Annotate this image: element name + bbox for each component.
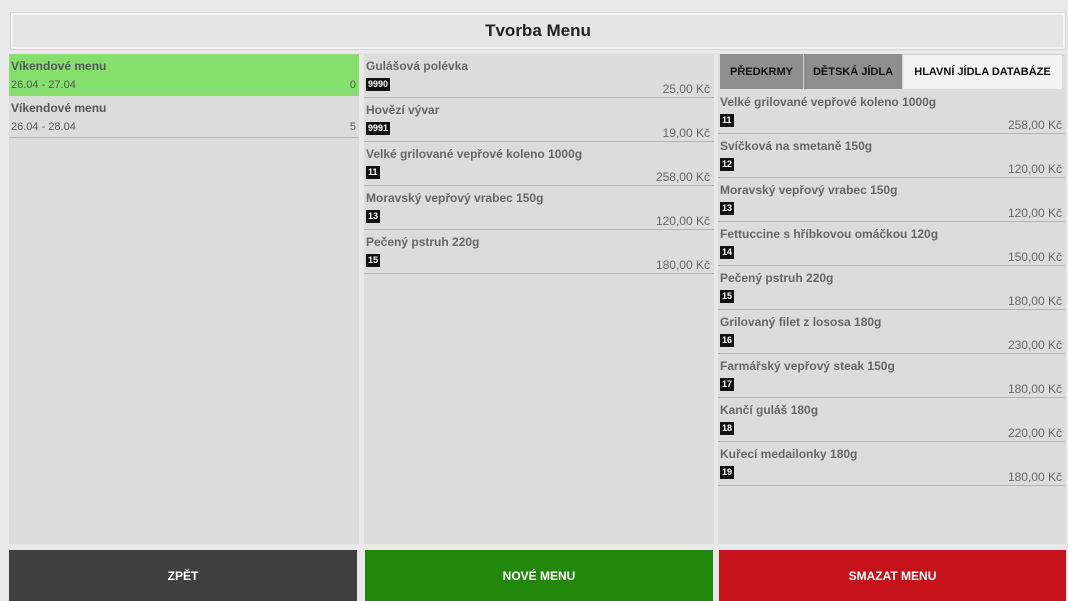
item-name: Pečený pstruh 220g (366, 235, 480, 249)
item-name: Pečený pstruh 220g (720, 271, 834, 285)
item-code-badge: 9991 (366, 122, 391, 135)
database-item-list: Velké grilované vepřové koleno 1000g 11 … (718, 90, 1066, 486)
item-price: 230,00 Kč (1007, 338, 1062, 352)
item-name: Farmářský vepřový steak 150g (720, 359, 895, 373)
database-item-row[interactable]: Moravský vepřový vrabec 150g 13 120,00 K… (718, 178, 1066, 222)
database-item-row[interactable]: Velké grilované vepřové koleno 1000g 11 … (718, 90, 1066, 134)
item-code-badge: 13 (720, 202, 735, 215)
item-name: Gulášová polévka (366, 59, 469, 73)
item-price: 180,00 Kč (1007, 294, 1062, 308)
menu-row[interactable]: Víkendové menu 26.04 - 28.04 5 (9, 96, 359, 138)
item-price: 25,00 Kč (662, 82, 710, 96)
menu-items-panel: Gulášová polévka 9990 25,00 Kč Hovězí vý… (364, 54, 714, 544)
tab-label: HLAVNÍ JÍDLA DATABÁZE (914, 66, 1051, 78)
back-button[interactable]: ZPĚT (9, 550, 357, 601)
tab-label: PŘEDKRMY (730, 65, 793, 78)
item-code-badge: 18 (720, 422, 735, 435)
item-price: 258,00 Kč (1007, 118, 1062, 132)
item-price: 150,00 Kč (1007, 250, 1062, 264)
database-item-row[interactable]: Kančí guláš 180g 18 220,00 Kč (718, 398, 1066, 442)
database-panel: PŘEDKRMY DĚTSKÁ JÍDLA HLAVNÍ JÍDLA DATAB… (718, 54, 1066, 544)
page-title: Tvorba Menu (485, 21, 591, 40)
database-item-row[interactable]: Farmářský vepřový steak 150g 17 180,00 K… (718, 354, 1066, 398)
menu-item-row[interactable]: Gulášová polévka 9990 25,00 Kč (364, 54, 714, 98)
item-price: 258,00 Kč (655, 170, 710, 184)
item-code-badge: 12 (720, 158, 735, 171)
new-menu-button[interactable]: NOVÉ MENU (365, 550, 713, 601)
item-name: Kančí guláš 180g (720, 403, 819, 417)
category-tabs: PŘEDKRMY DĚTSKÁ JÍDLA HLAVNÍ JÍDLA DATAB… (718, 54, 1066, 90)
item-price: 120,00 Kč (655, 214, 710, 228)
item-price: 180,00 Kč (1007, 382, 1062, 396)
item-price: 220,00 Kč (1007, 426, 1062, 440)
menu-name: Víkendové menu (11, 101, 107, 115)
new-menu-button-label: NOVÉ MENU (502, 568, 576, 583)
menu-dates: 26.04 - 27.04 (11, 79, 76, 91)
database-item-row[interactable]: Grilovaný filet z lososa 180g 16 230,00 … (718, 310, 1066, 354)
item-name: Grilovaný filet z lososa 180g (720, 315, 882, 329)
menu-item-row[interactable]: Velké grilované vepřové koleno 1000g 11 … (364, 142, 714, 186)
menu-item-row[interactable]: Hovězí vývar 9991 19,00 Kč (364, 98, 714, 142)
item-price: 120,00 Kč (1007, 206, 1062, 220)
item-name: Velké grilované vepřové koleno 1000g (720, 95, 937, 109)
delete-menu-button[interactable]: SMAZAT MENU (719, 550, 1066, 601)
item-code-badge: 17 (720, 378, 735, 391)
item-code-badge: 14 (720, 246, 735, 259)
item-code-badge: 11 (720, 114, 734, 127)
delete-menu-button-label: SMAZAT MENU (848, 568, 937, 583)
database-item-row[interactable]: Kuřecí medailonky 180g 19 180,00 Kč (718, 442, 1066, 486)
item-name: Velké grilované vepřové koleno 1000g (366, 147, 583, 161)
item-name: Hovězí vývar (366, 103, 440, 117)
item-price: 180,00 Kč (655, 258, 710, 272)
back-button-label: ZPĚT (167, 568, 199, 583)
item-code-badge: 15 (366, 254, 381, 267)
item-name: Fettuccine s hříbkovou omáčkou 120g (720, 227, 939, 241)
menu-item-row[interactable]: Pečený pstruh 220g 15 180,00 Kč (364, 230, 714, 274)
item-code-badge: 13 (366, 210, 381, 223)
menu-name: Víkendové menu (11, 59, 107, 73)
item-code-badge: 15 (720, 290, 735, 303)
database-item-row[interactable]: Fettuccine s hříbkovou omáčkou 120g 14 1… (718, 222, 1066, 266)
item-code-badge: 9990 (366, 78, 391, 91)
item-code-badge: 16 (720, 334, 735, 347)
item-code-badge: 11 (366, 166, 380, 179)
tab-hlavni-jidla-databaze[interactable]: HLAVNÍ JÍDLA DATABÁZE (903, 54, 1062, 89)
tab-label: DĚTSKÁ JÍDLA (812, 65, 894, 78)
item-price: 180,00 Kč (1007, 470, 1062, 484)
page-header: Tvorba Menu (11, 13, 1065, 49)
tab-predkrmy[interactable]: PŘEDKRMY (720, 54, 804, 89)
item-name: Svíčková na smetaně 150g (720, 139, 873, 153)
item-price: 19,00 Kč (662, 126, 710, 140)
item-name: Moravský vepřový vrabec 150g (720, 183, 898, 197)
menu-item-row[interactable]: Moravský vepřový vrabec 150g 13 120,00 K… (364, 186, 714, 230)
menu-count: 5 (349, 121, 356, 133)
item-name: Moravský vepřový vrabec 150g (366, 191, 544, 205)
item-price: 120,00 Kč (1007, 162, 1062, 176)
menu-list-panel: Víkendové menu 26.04 - 27.04 0 Víkendové… (9, 54, 359, 544)
menu-dates: 26.04 - 28.04 (11, 121, 76, 133)
item-name: Kuřecí medailonky 180g (720, 447, 858, 461)
menu-count: 0 (349, 79, 356, 91)
tab-detska-jidla[interactable]: DĚTSKÁ JÍDLA (804, 54, 903, 89)
database-item-row[interactable]: Pečený pstruh 220g 15 180,00 Kč (718, 266, 1066, 310)
item-code-badge: 19 (720, 466, 735, 479)
menu-row[interactable]: Víkendové menu 26.04 - 27.04 0 (9, 54, 359, 96)
database-item-row[interactable]: Svíčková na smetaně 150g 12 120,00 Kč (718, 134, 1066, 178)
